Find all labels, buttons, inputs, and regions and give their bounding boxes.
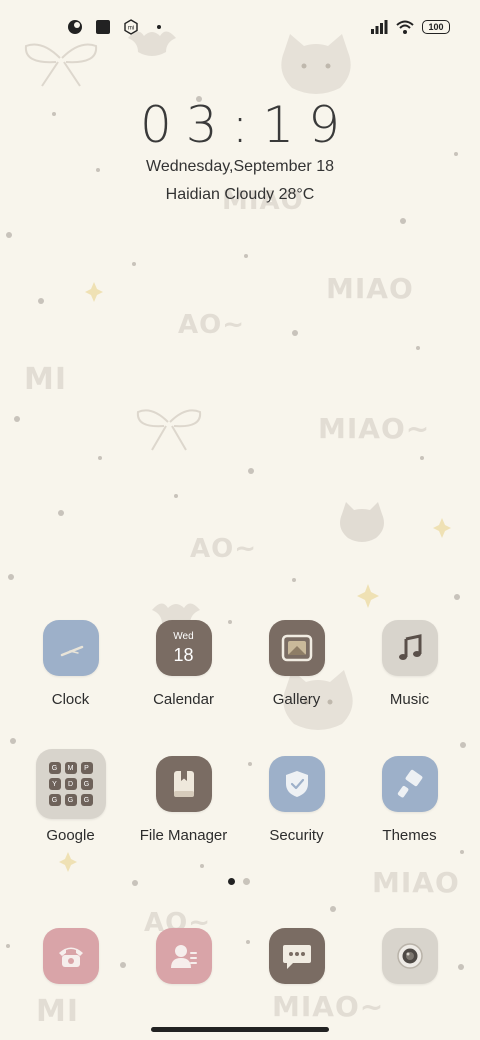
- google-folder-icon: G M P Y D G G G G: [35, 749, 106, 819]
- app-grid-row-1: Clock Wed 18 Calendar Gallery Music: [14, 620, 466, 708]
- contacts-icon: [155, 928, 212, 984]
- status-bar: mi 100: [0, 0, 480, 56]
- wallpaper-text: AO~: [178, 310, 246, 340]
- app-label: Gallery: [272, 691, 321, 708]
- app-themes[interactable]: Themes: [353, 756, 466, 844]
- calendar-day: Wed: [173, 631, 194, 642]
- app-gallery[interactable]: Gallery: [240, 620, 353, 708]
- clock-weather: Haidian Cloudy 28°C: [165, 186, 315, 203]
- dot-icon: [150, 18, 168, 36]
- wallpaper-text: MIAO~: [318, 412, 431, 445]
- star-doodle-icon: [433, 518, 451, 538]
- google-app-tile: G: [48, 762, 61, 774]
- google-app-tile: G: [48, 794, 61, 806]
- google-app-tile: P: [80, 762, 93, 774]
- clock-time: 03:19: [139, 96, 355, 154]
- wallpaper-text: MI: [24, 362, 68, 397]
- shield-icon: [268, 756, 325, 812]
- app-file-manager[interactable]: File Manager: [127, 756, 240, 844]
- bow-doodle-icon: [136, 409, 202, 451]
- dock-messages[interactable]: [240, 928, 353, 984]
- google-app-tile: G: [64, 794, 77, 806]
- camera-icon: [381, 928, 438, 984]
- page-dot[interactable]: [243, 878, 250, 885]
- mi-hexagon-icon: mi: [122, 18, 140, 36]
- wallpaper-text: MI: [36, 994, 80, 1029]
- google-app-tile: G: [80, 794, 93, 806]
- wifi-icon: [396, 18, 414, 36]
- app-grid-row-2: G M P Y D G G G G Google File Manager Se…: [14, 749, 466, 844]
- calendar-icon: Wed 18: [155, 620, 212, 676]
- file-manager-icon: [155, 756, 212, 812]
- square-app-icon: [94, 18, 112, 36]
- app-label: Themes: [382, 827, 437, 844]
- wallpaper-text: MIAO: [372, 866, 460, 899]
- star-doodle-icon: [357, 584, 379, 608]
- app-label: Music: [389, 691, 430, 708]
- google-app-tile: M: [64, 762, 77, 774]
- app-label: Google: [46, 827, 95, 844]
- dock: [14, 928, 466, 984]
- signal-icon: [370, 18, 388, 36]
- clock-date: Wednesday,September 18: [146, 158, 334, 175]
- google-app-tile: G: [80, 778, 93, 790]
- app-security[interactable]: Security: [240, 756, 353, 844]
- app-label: Calendar: [153, 691, 214, 708]
- google-app-tile: D: [64, 778, 77, 790]
- music-icon: [381, 620, 438, 676]
- star-doodle-icon: [85, 282, 103, 302]
- app-clock[interactable]: Clock: [14, 620, 127, 708]
- dock-contacts[interactable]: [127, 928, 240, 984]
- google-app-tile: Y: [48, 778, 61, 790]
- cat-doodle-icon: [340, 502, 384, 542]
- app-calendar[interactable]: Wed 18 Calendar: [127, 620, 240, 708]
- battery-icon: 100: [422, 20, 450, 34]
- app-google[interactable]: G M P Y D G G G G Google: [14, 749, 127, 844]
- clock-widget[interactable]: 03:19 Wednesday,September 18 Haidian Clo…: [0, 96, 480, 204]
- clock-icon: [42, 620, 99, 676]
- wallpaper-text: MIAO: [326, 272, 414, 305]
- themes-icon: [381, 756, 438, 812]
- page-dot-active[interactable]: [228, 878, 235, 885]
- phone-icon: [42, 928, 99, 984]
- wallpaper-text: AO~: [190, 534, 258, 564]
- gallery-icon: [268, 620, 325, 676]
- app-label: Clock: [51, 691, 90, 708]
- star-doodle-icon: [59, 852, 77, 872]
- home-indicator[interactable]: [151, 1027, 329, 1032]
- page-indicator[interactable]: [228, 878, 250, 885]
- app-label: File Manager: [139, 827, 228, 844]
- messages-icon: [268, 928, 325, 984]
- calendar-date: 18: [173, 645, 194, 665]
- color-circle-icon: [66, 18, 84, 36]
- dock-camera[interactable]: [353, 928, 466, 984]
- app-music[interactable]: Music: [353, 620, 466, 708]
- svg-text:mi: mi: [128, 26, 134, 32]
- wallpaper-text: MIAO~: [272, 990, 385, 1023]
- app-label: Security: [269, 827, 324, 844]
- dock-phone[interactable]: [14, 928, 127, 984]
